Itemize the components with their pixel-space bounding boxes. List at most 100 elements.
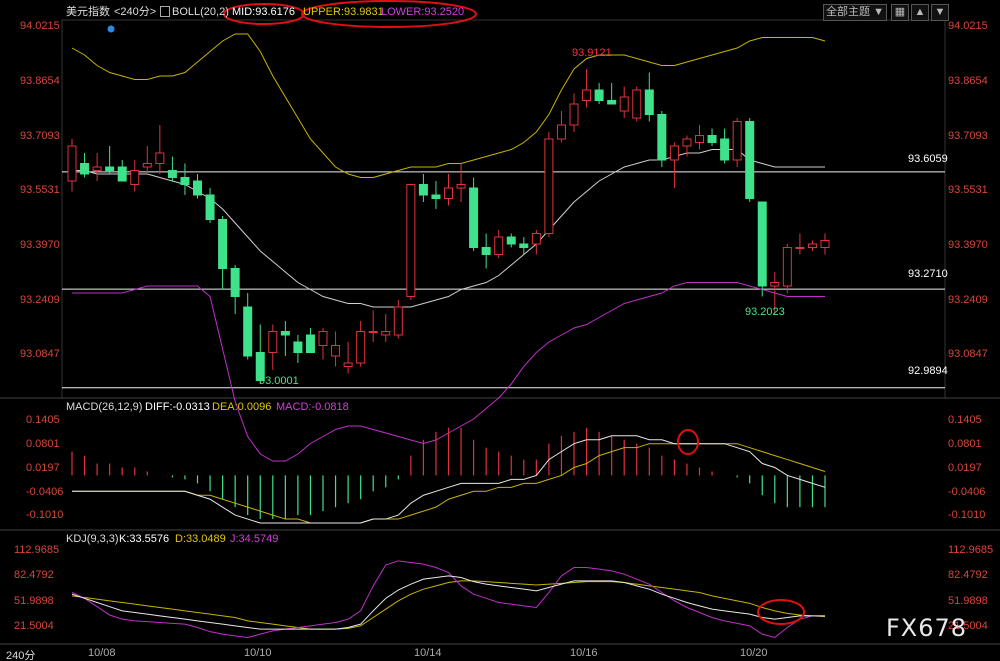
hline-label-1: 93.6059 [908,153,948,165]
period-label[interactable]: <240分> [114,6,156,19]
x-tick-5: 10/20 [740,647,768,659]
candle-body [356,331,366,364]
candle-body [644,89,654,115]
candle-body [117,166,127,182]
macd-tick-left: 0.1405 [26,413,60,426]
boll-upper-line [71,33,826,178]
candle-body [142,163,152,168]
boll-upper-value: UPPER:93.9831 [303,6,384,18]
candle-body [230,268,240,297]
macd-tick-right: -0.0406 [948,485,986,498]
theme-dropdown-label: 全部主题 [826,6,871,18]
candle-body [381,331,391,336]
high-annotation: 93.9121 [572,47,612,59]
candle-body [80,163,90,175]
candle-body [218,219,228,269]
macd-tick-left: 0.0197 [26,461,60,474]
candle-body [180,177,190,185]
hline-label-2: 93.2710 [908,268,948,280]
price-tick-right: 93.7093 [948,129,988,142]
candle-body [393,306,403,336]
watermark-logo: FX678 [886,614,968,642]
kdj-d-line [71,580,826,630]
candle-body [695,135,704,143]
candle-body [105,166,115,171]
candle-body [92,166,102,171]
candle-body [556,124,566,140]
candle-body [67,145,77,182]
candle-body [770,282,780,287]
triangle-down-icon: ▼ [873,6,884,18]
candle-body [469,187,479,248]
chart-type-icon[interactable] [160,6,170,17]
candle-body [669,145,679,161]
kdj-k-line [71,575,825,630]
candle-body [318,331,328,346]
low-annotation: 93.0001 [259,375,299,387]
chart-window: 美元指数 <240分> BOLL(20,2) MID:93.6176 UPPER… [0,0,1000,661]
kdj-tick-left: 21.5004 [14,620,54,633]
candle-body [243,306,253,357]
price-tick-left: 93.5531 [20,184,60,197]
x-axis-period[interactable]: 240分 [6,647,35,661]
candle-body [167,170,177,178]
candle-body [155,152,165,164]
candle-body [531,233,541,245]
candle-body [732,121,742,161]
kdj-j-value: J:34.5749 [230,533,279,545]
macd-tick-left: -0.0406 [26,485,64,498]
macd-tick-right: -0.1010 [948,509,986,522]
kdj-tick-left: 51.9898 [14,594,54,607]
kdj-tick-left: 112.9685 [14,544,60,557]
candle-body [820,240,830,248]
grid-icon[interactable]: ▦ [891,4,909,21]
arrow-down-icon[interactable]: ▼ [931,4,949,21]
highlight-ellipse-macd-cross [677,429,699,455]
macd-tick-left: 0.0801 [26,437,60,450]
macd-tick-left: -0.1010 [26,509,64,522]
price-tick-right: 93.0847 [948,348,988,361]
boll-label[interactable]: BOLL(20,2) [172,6,229,19]
candle-body [795,247,805,249]
price-tick-right: 93.8654 [948,75,988,88]
candle-body [569,103,579,126]
price-tick-right: 93.5531 [948,184,988,197]
price-tick-left: 93.7093 [20,129,60,142]
theme-dropdown[interactable]: 全部主题 ▼ [823,4,887,21]
chart-canvas[interactable] [0,0,1000,661]
macd-tick-right: 0.0801 [948,437,982,450]
price-tick-right: 93.2409 [948,293,988,306]
candle-body [807,243,817,248]
candle-body [519,243,529,248]
candle-body [368,331,378,333]
x-tick-3: 10/14 [414,647,442,659]
candle-body [193,180,202,196]
price-tick-right: 93.3970 [948,239,988,252]
candle-body [343,362,353,367]
candle-body [305,334,315,353]
candle-body [632,89,642,119]
macd-macd-value: MACD:-0.0818 [276,401,349,413]
price-tick-left: 93.3970 [20,239,60,252]
candle-body [456,184,466,189]
macd-dea-value: DEA:0.0096 [212,401,272,413]
kdj-d-value: D:33.0489 [175,533,226,545]
macd-tick-right: 0.0197 [948,461,982,474]
candle-body [594,89,604,101]
arrow-up-icon[interactable]: ▲ [911,4,929,21]
candle-body [707,135,717,143]
kdj-title[interactable]: KDJ(9,3,3) [66,533,119,546]
candle-body [481,247,491,255]
candle-body [130,170,140,185]
blue-dot-marker [107,25,115,33]
macd-title[interactable]: MACD(26,12,9) [66,401,142,414]
x-tick-1: 10/08 [88,647,116,659]
kdj-j-line [71,560,825,639]
kdj-tick-right: 51.9898 [948,594,988,607]
kdj-tick-left: 82.4792 [14,569,54,582]
candle-body [745,121,755,199]
candle-body [406,184,416,297]
candle-body [619,96,629,112]
candle-body [205,194,215,220]
macd-diff-value: DIFF:-0.0313 [145,401,210,413]
